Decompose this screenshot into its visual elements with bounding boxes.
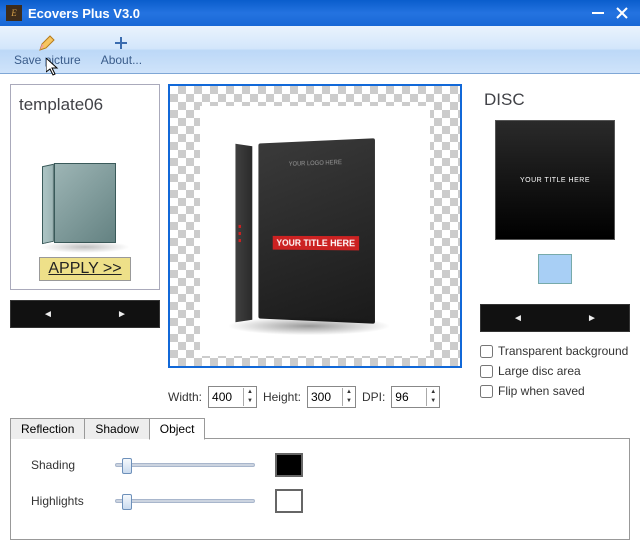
- toolbar: Save picture About...: [0, 26, 640, 74]
- tab-reflection[interactable]: Reflection: [10, 418, 85, 439]
- template-name: template06: [19, 95, 103, 115]
- dpi-label: DPI:: [362, 390, 385, 404]
- close-button[interactable]: [610, 5, 634, 21]
- height-label: Height:: [263, 390, 301, 404]
- dpi-input[interactable]: [392, 390, 426, 404]
- width-stepper[interactable]: ▲▼: [208, 386, 257, 408]
- dpi-stepper[interactable]: ▲▼: [391, 386, 440, 408]
- large-disc-checkbox[interactable]: [480, 365, 493, 378]
- cover-title-text: YOUR TITLE HERE: [273, 236, 359, 251]
- dimensions-row: Width: ▲▼ Height: ▲▼ DPI: ▲▼: [168, 386, 472, 408]
- tab-shadow[interactable]: Shadow: [84, 418, 149, 439]
- template-prev-button[interactable]: ◄: [23, 305, 73, 324]
- about-label: About...: [101, 53, 142, 67]
- shading-slider[interactable]: [115, 463, 255, 467]
- height-up[interactable]: ▲: [343, 388, 355, 397]
- apply-button[interactable]: APPLY >>: [39, 257, 130, 281]
- disc-next-button[interactable]: ►: [567, 309, 617, 328]
- template-panel: template06 APPLY >>: [10, 84, 160, 290]
- tabs-area: Reflection Shadow Object Shading Highlig…: [10, 418, 630, 540]
- width-up[interactable]: ▲: [244, 388, 256, 397]
- disc-panel: DISC YOUR TITLE HERE ◄ ► Transparent bac…: [480, 84, 630, 408]
- canvas-panel: YOUR LOGO HERE YOUR TITLE HERE Width: ▲▼…: [168, 84, 472, 408]
- disc-title-text: YOUR TITLE HERE: [520, 177, 590, 184]
- cover-logo-text: YOUR LOGO HERE: [289, 160, 342, 168]
- height-stepper[interactable]: ▲▼: [307, 386, 356, 408]
- canvas-frame[interactable]: YOUR LOGO HERE YOUR TITLE HERE: [168, 84, 462, 368]
- app-icon: E: [6, 5, 22, 21]
- save-picture-button[interactable]: Save picture: [4, 28, 91, 72]
- highlights-slider[interactable]: [115, 499, 255, 503]
- tab-body-object: Shading Highlights: [10, 438, 630, 540]
- save-picture-label: Save picture: [14, 53, 81, 67]
- disc-nav: ◄ ►: [480, 304, 630, 332]
- template-preview: [30, 143, 140, 243]
- large-disc-option[interactable]: Large disc area: [480, 364, 630, 378]
- window-title: Ecovers Plus V3.0: [28, 6, 586, 21]
- plus-icon: [114, 33, 128, 53]
- flip-option[interactable]: Flip when saved: [480, 384, 630, 398]
- template-nav: ◄ ►: [10, 300, 160, 328]
- shading-color-box[interactable]: [275, 453, 303, 477]
- minimize-button[interactable]: [586, 5, 610, 21]
- highlights-label: Highlights: [31, 494, 95, 508]
- about-button[interactable]: About...: [91, 28, 152, 72]
- flip-label: Flip when saved: [498, 384, 585, 398]
- workspace: template06 APPLY >> ◄ ► YOUR LOGO HER: [0, 74, 640, 408]
- disc-color-swatch[interactable]: [538, 254, 572, 284]
- transparent-bg-label: Transparent background: [498, 344, 628, 358]
- dpi-up[interactable]: ▲: [427, 388, 439, 397]
- template-next-button[interactable]: ►: [97, 305, 147, 324]
- transparent-bg-option[interactable]: Transparent background: [480, 344, 630, 358]
- tab-strip: Reflection Shadow Object: [10, 418, 630, 439]
- title-bar: E Ecovers Plus V3.0: [0, 0, 640, 26]
- shading-label: Shading: [31, 458, 95, 472]
- disc-heading: DISC: [484, 90, 630, 110]
- highlights-color-box[interactable]: [275, 489, 303, 513]
- pencil-icon: [38, 33, 56, 53]
- flip-checkbox[interactable]: [480, 385, 493, 398]
- disc-preview: YOUR TITLE HERE: [495, 120, 615, 240]
- cover-render: YOUR LOGO HERE YOUR TITLE HERE: [255, 141, 375, 321]
- large-disc-label: Large disc area: [498, 364, 581, 378]
- height-input[interactable]: [308, 390, 342, 404]
- options-group: Transparent background Large disc area F…: [480, 344, 630, 398]
- tab-object[interactable]: Object: [149, 418, 206, 440]
- width-input[interactable]: [209, 390, 243, 404]
- height-down[interactable]: ▼: [343, 397, 355, 406]
- width-label: Width:: [168, 390, 202, 404]
- dpi-down[interactable]: ▼: [427, 397, 439, 406]
- transparent-bg-checkbox[interactable]: [480, 345, 493, 358]
- disc-prev-button[interactable]: ◄: [493, 309, 543, 328]
- width-down[interactable]: ▼: [244, 397, 256, 406]
